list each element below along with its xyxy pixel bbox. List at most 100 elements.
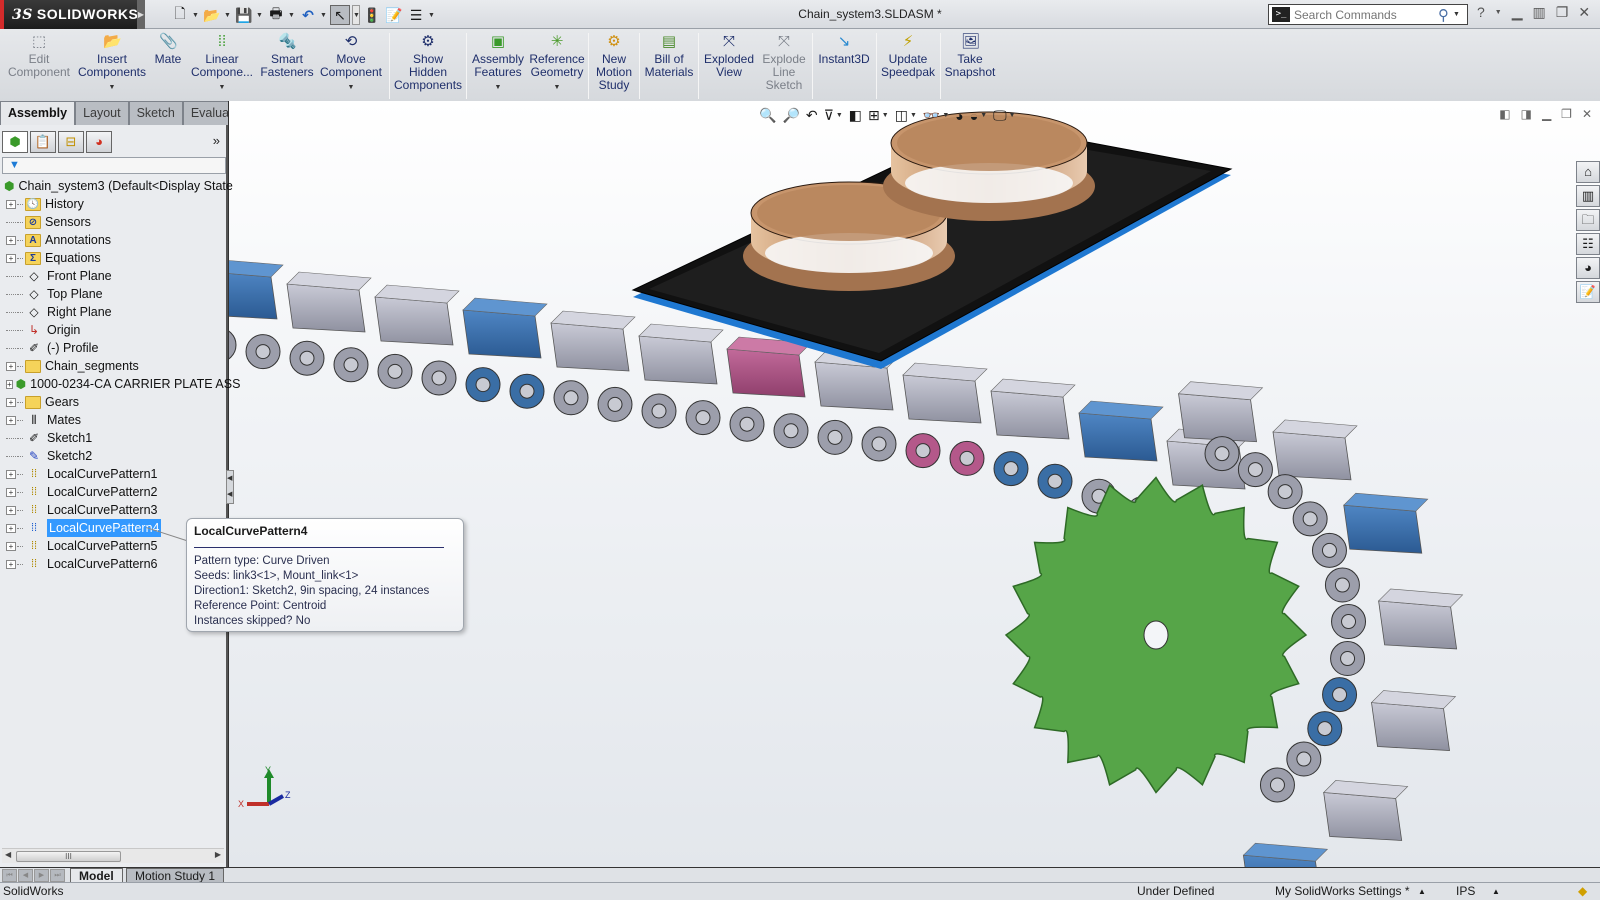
design-library-tab[interactable]: ▥ (1576, 185, 1600, 207)
tree-node-equations[interactable]: + Σ Equations (0, 249, 226, 267)
tile-icon[interactable]: ▥ (1533, 4, 1546, 22)
explode-line-sketch-button[interactable]: ⤧ Explode Line Sketch (758, 33, 810, 92)
undo-icon[interactable]: ↶ (298, 5, 318, 25)
search-commands-input[interactable] (1294, 7, 1434, 22)
bill-of-materials-button[interactable]: ▤ Bill of Materials (643, 33, 695, 79)
expand-toggle[interactable]: + (6, 469, 16, 479)
update-speedpak-button[interactable]: ⚡ Update Speedpak (880, 33, 936, 79)
custom-properties-tab[interactable]: 📝 (1576, 281, 1600, 303)
help-dropdown[interactable]: ▼ (1495, 4, 1502, 22)
apply-scene-dropdown[interactable]: ▼ (980, 112, 987, 119)
save-icon[interactable]: 💾 (234, 5, 254, 25)
selection-filter-icon[interactable]: ⊽ (824, 107, 834, 124)
units-up-arrow[interactable]: ▲ (1492, 883, 1500, 900)
tree-node-mates[interactable]: + ⫴ Mates (0, 411, 226, 429)
apply-scene-icon[interactable]: ◒ (970, 108, 978, 124)
tree-node-top-plane[interactable]: ◇ Top Plane (0, 285, 226, 303)
first-tab-button[interactable]: ⏮ (2, 869, 17, 882)
help-icon[interactable]: ? (1477, 4, 1485, 22)
expand-toggle[interactable]: + (6, 361, 16, 371)
expand-toggle[interactable]: + (6, 505, 16, 515)
undo-dropdown[interactable]: ▼ (320, 12, 328, 19)
tree-node-front-plane[interactable]: ◇ Front Plane (0, 267, 226, 285)
insert-components-dropdown[interactable]: ▼ (77, 81, 147, 94)
expand-toggle[interactable]: + (6, 235, 16, 245)
scroll-thumb[interactable]: III (16, 851, 121, 862)
print-dropdown[interactable]: ▼ (288, 12, 296, 19)
search-commands-box[interactable]: >_ ⚲ ▼ (1268, 4, 1468, 25)
tree-node-sketch1[interactable]: ✐ Sketch1 (0, 429, 226, 447)
file-properties-icon[interactable]: 📝 (384, 5, 404, 25)
previous-view-icon[interactable]: ↶ (806, 107, 818, 124)
hide-show-items-dropdown[interactable]: ▼ (942, 112, 949, 119)
view-palette-tab[interactable]: ☷ (1576, 233, 1600, 255)
prev-tab-button[interactable]: ◀ (18, 869, 33, 882)
zoom-to-area-icon[interactable]: 🔎 (782, 107, 799, 124)
tab-assembly[interactable]: Assembly (0, 101, 76, 125)
tree-node-localcurvepattern3[interactable]: + ⁞⁞ LocalCurvePattern3 (0, 501, 226, 519)
new-dropdown[interactable]: ▼ (192, 12, 200, 19)
instant3d-button[interactable]: ↘ Instant3D (816, 33, 872, 66)
open-dropdown[interactable]: ▼ (224, 12, 232, 19)
move-component-dropdown[interactable]: ▼ (318, 81, 384, 94)
status-units[interactable]: IPS (1456, 883, 1475, 900)
tree-node-history[interactable]: + 🕓 History (0, 195, 226, 213)
expand-toggle[interactable]: + (6, 397, 16, 407)
expand-toggle[interactable]: + (6, 199, 16, 209)
linear-component-pattern-button[interactable]: ⁞⁞ Linear Compone... ▼ (189, 33, 255, 94)
tree-node-sketch2[interactable]: ✎ Sketch2 (0, 447, 226, 465)
tree-node-gears[interactable]: + Gears (0, 393, 226, 411)
expand-toggle[interactable]: + (6, 487, 16, 497)
expand-toggle[interactable]: + (6, 523, 16, 533)
smart-fasteners-button[interactable]: 🔩 Smart Fasteners (260, 33, 314, 79)
tree-node-chain-system3-default-display-state[interactable]: ⬢ Chain_system3 (Default<Display State (0, 177, 233, 195)
assembly-features-dropdown[interactable]: ▼ (472, 81, 524, 94)
tree-node-annotations[interactable]: + A Annotations (0, 231, 226, 249)
tag-icon[interactable]: ◆ (1578, 883, 1587, 900)
search-dropdown[interactable]: ▼ (1453, 11, 1461, 18)
print-icon[interactable]: 🖶 (266, 5, 286, 25)
options-dropdown[interactable]: ▼ (428, 12, 436, 19)
options-icon[interactable]: ☰ (406, 5, 426, 25)
minimize-icon[interactable]: ▁ (1512, 4, 1523, 22)
propertymanager-tab[interactable]: 📋 (30, 131, 56, 153)
reference-geometry-dropdown[interactable]: ▼ (529, 81, 585, 94)
take-snapshot-button[interactable]: 🖼 Take Snapshot (944, 33, 996, 79)
tab-sketch[interactable]: Sketch (128, 101, 183, 125)
expand-toggle[interactable]: + (6, 379, 13, 389)
rebuild-icon[interactable]: 🚦 (362, 5, 382, 25)
edit-appearance-icon[interactable]: ◕ (955, 108, 963, 124)
selection-filter-dropdown[interactable]: ▼ (836, 112, 843, 119)
select-icon[interactable]: ↖ (330, 5, 350, 25)
tab-motion-study-1[interactable]: Motion Study 1 (126, 868, 225, 883)
split-left-icon[interactable]: ◧ (1499, 107, 1510, 121)
linear-pattern-dropdown[interactable]: ▼ (189, 81, 255, 94)
scroll-right-arrow[interactable]: ▶ (215, 850, 221, 859)
graphics-area[interactable]: 🔍 🔎 ↶ ⊽ ▼ ◧ ⊞ ▼ ◫ ▼ 👓 ▼ ◕ ◒ ▼ 🖵 ▼ ◧ ◨ ▁ ❐ ✕ ⌂ ▥ 🗀 ☷ ◕ 📝 X Y Z (228, 101, 1600, 867)
viewport-restore-icon[interactable]: ❐ (1561, 107, 1572, 121)
search-icon[interactable]: ⚲ (1438, 6, 1449, 24)
expand-panel-icon[interactable]: » (213, 133, 220, 148)
close-icon[interactable]: ✕ (1578, 4, 1590, 22)
scroll-left-arrow[interactable]: ◀ (5, 850, 11, 859)
solidworks-logo[interactable]: 3S SOLIDWORKS (0, 0, 138, 29)
appearances-scenes-tab[interactable]: ◕ (1576, 257, 1600, 279)
viewport-minimize-icon[interactable]: ▁ (1542, 107, 1551, 121)
expand-toggle[interactable]: + (6, 253, 16, 263)
display-style-icon[interactable]: ◫ (895, 107, 908, 124)
file-explorer-tab[interactable]: 🗀 (1576, 209, 1600, 231)
displaymanager-tab[interactable]: ◕ (86, 131, 112, 153)
solidworks-resources-tab[interactable]: ⌂ (1576, 161, 1600, 183)
show-hidden-components-button[interactable]: ⚙ Show Hidden Components (394, 33, 462, 92)
tree-node-localcurvepattern2[interactable]: + ⁞⁞ LocalCurvePattern2 (0, 483, 226, 501)
mate-button[interactable]: 📎 Mate (152, 33, 184, 66)
move-component-button[interactable]: ⟲ Move Component ▼ (318, 33, 384, 94)
restore-icon[interactable]: ❐ (1556, 4, 1569, 22)
zoom-to-fit-icon[interactable]: 🔍 (759, 107, 776, 124)
tree-node-origin[interactable]: ↳ Origin (0, 321, 226, 339)
save-dropdown[interactable]: ▼ (256, 12, 264, 19)
exploded-view-button[interactable]: ⤧ Exploded View (703, 33, 755, 79)
tree-filter[interactable]: ▼ (2, 157, 226, 174)
filter-icon[interactable]: ▼ (9, 159, 20, 171)
new-document-icon[interactable]: 🗋 (170, 5, 190, 25)
